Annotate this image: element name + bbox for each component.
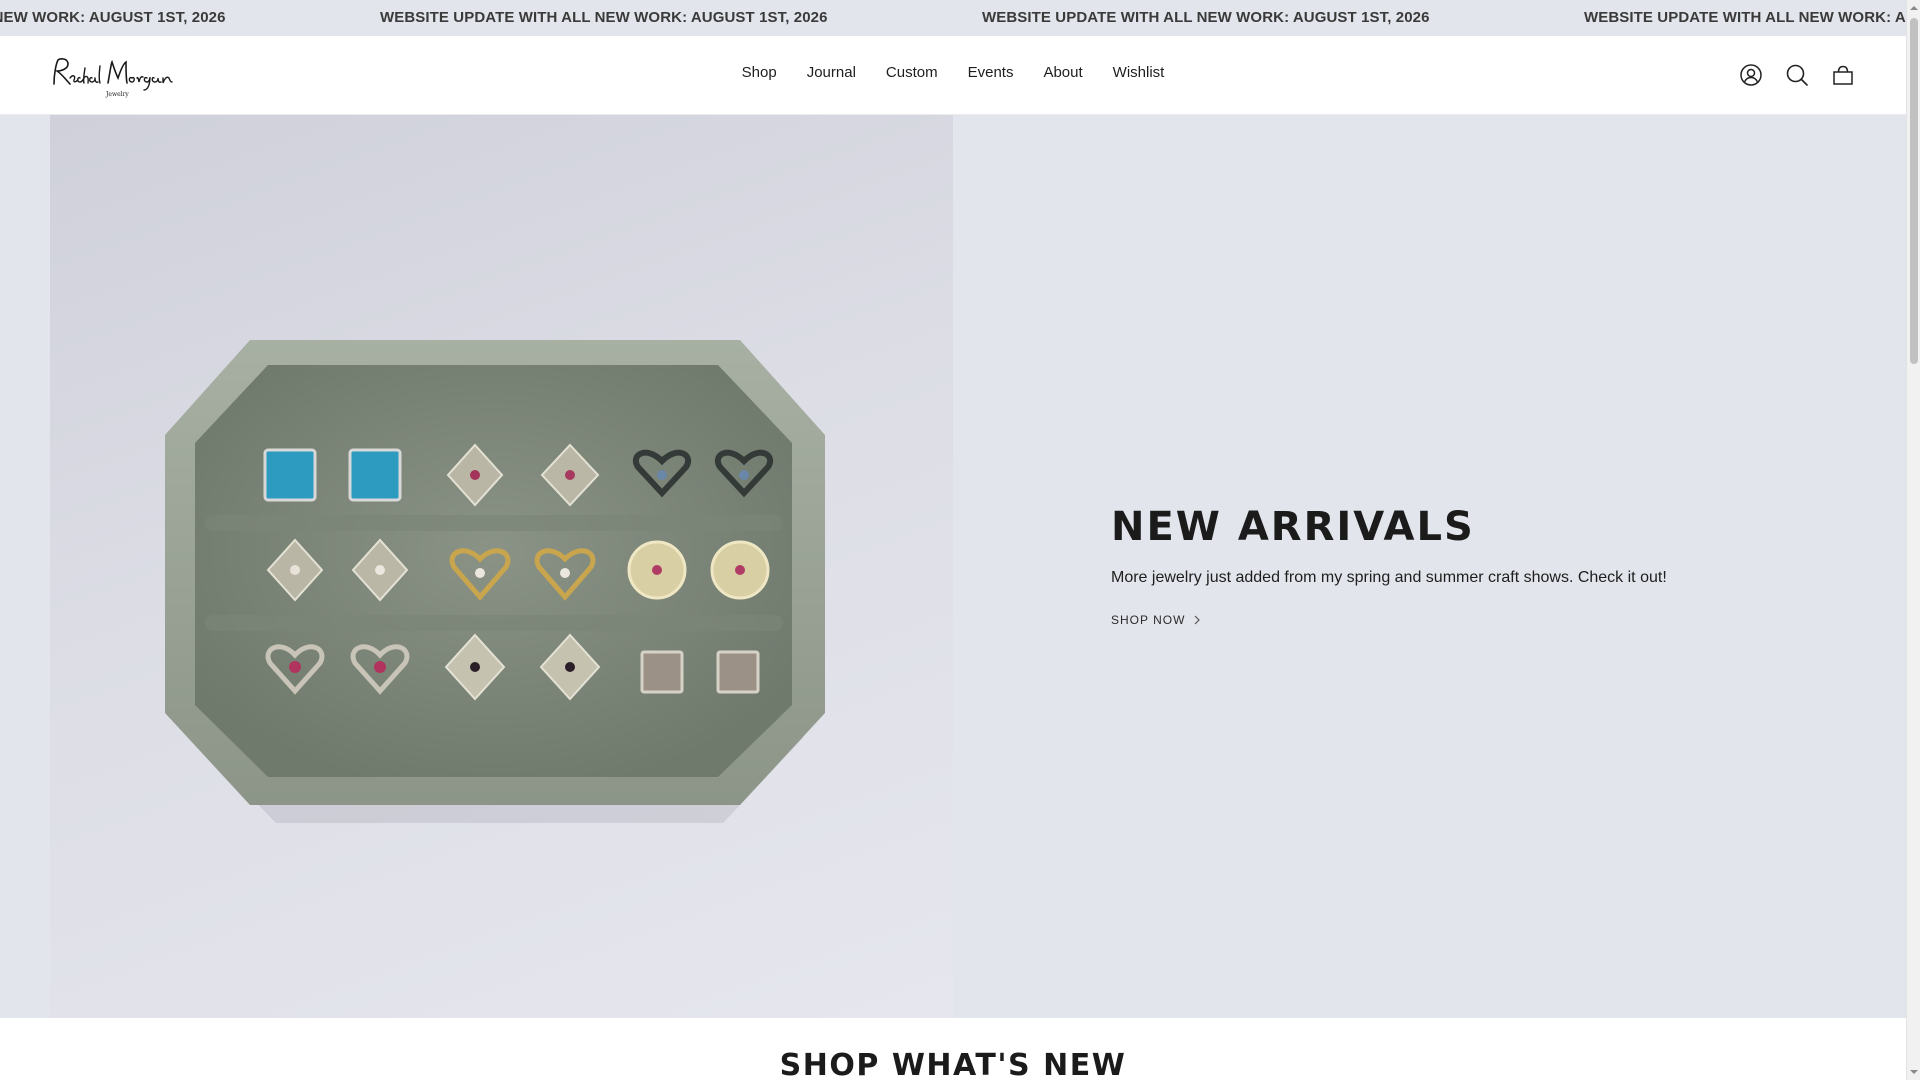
shop-now-label: SHOP NOW [1111, 613, 1186, 627]
scroll-thumb[interactable] [1910, 18, 1918, 364]
logo-subtext: Jewelry [105, 91, 129, 98]
earring-turquoise-square [263, 448, 317, 502]
hero-content: NEW ARRIVALS More jewelry just added fro… [1111, 503, 1731, 629]
earring-druzy-square [640, 650, 684, 694]
earring-turquoise-square [348, 448, 402, 502]
announcement-text: WEBSITE UPDATE WITH ALL NEW WORK: AUGUST… [380, 9, 828, 26]
announcement-text: WEBSITE UPDATE WITH ALL NEW WORK: AUGUST… [0, 9, 226, 26]
section-title: SHOP WHAT'S NEW [779, 1048, 1127, 1080]
shop-now-link[interactable]: SHOP NOW [1111, 613, 1201, 627]
scroll-up-arrow-icon[interactable] [1910, 4, 1918, 12]
cart-icon[interactable] [1830, 62, 1856, 88]
site-header: Jewelry Shop Journal Custom Events About… [0, 36, 1906, 115]
main-nav: Shop Journal Custom Events About Wishlis… [0, 36, 1906, 114]
nav-item-wishlist[interactable]: Wishlist [1098, 64, 1180, 81]
announcement-text: WEBSITE UPDATE WITH ALL NEW WORK: AUGUST… [1584, 9, 1906, 26]
earring-tray-illustration [165, 340, 825, 823]
nav-item-shop[interactable]: Shop [727, 64, 792, 81]
hero-banner: NEW ARRIVALS More jewelry just added fro… [0, 115, 1906, 1018]
hero-image[interactable] [50, 115, 953, 1018]
hero-subtitle: More jewelry just added from my spring a… [1111, 569, 1667, 586]
search-icon[interactable] [1784, 62, 1810, 88]
site-logo[interactable]: Jewelry [48, 54, 174, 98]
announcement-bar: WEBSITE UPDATE WITH ALL NEW WORK: AUGUST… [0, 0, 1906, 36]
earring-druzy-square [716, 650, 760, 694]
page-scrollbar[interactable] [1906, 0, 1920, 1080]
announcement-text: WEBSITE UPDATE WITH ALL NEW WORK: AUGUST… [982, 9, 1430, 26]
logo-script-mark: Jewelry [53, 58, 173, 98]
nav-item-custom[interactable]: Custom [871, 64, 953, 81]
chevron-right-icon [1195, 615, 1201, 625]
hero-title: NEW ARRIVALS [1111, 504, 1475, 550]
scroll-down-arrow-icon[interactable] [1910, 1068, 1918, 1076]
nav-item-journal[interactable]: Journal [792, 64, 871, 81]
account-icon[interactable] [1738, 62, 1764, 88]
nav-item-events[interactable]: Events [953, 64, 1029, 81]
nav-item-about[interactable]: About [1028, 64, 1097, 81]
